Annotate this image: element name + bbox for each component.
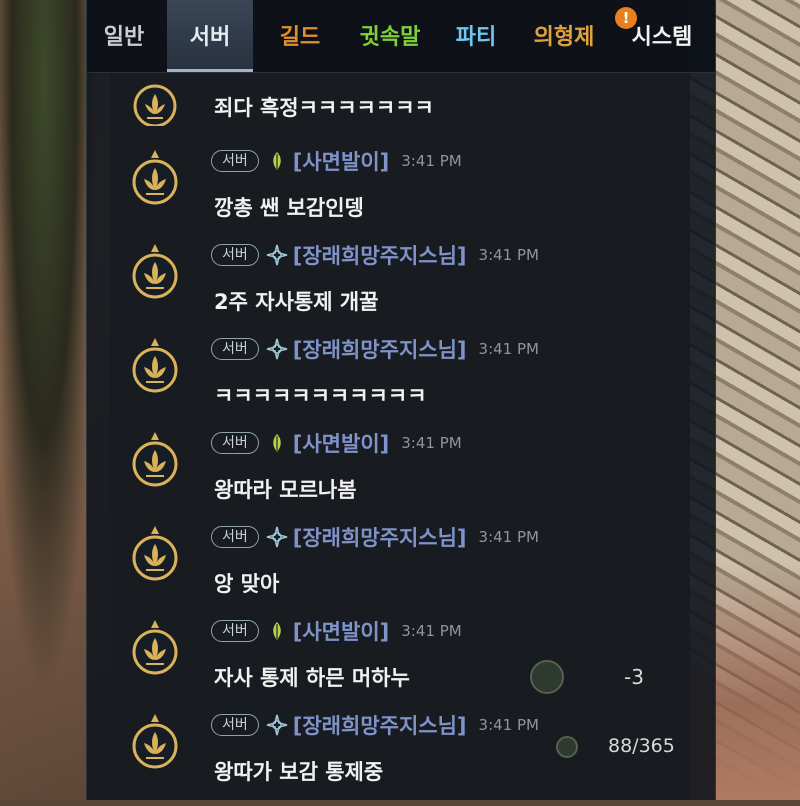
message-text: 깡총 쌘 보감인뎅 xyxy=(214,196,364,220)
message-time: 3:41 PM xyxy=(478,340,539,358)
message-text: 2주 자사통제 개꿀 xyxy=(214,290,379,314)
chat-message: 서버 [장래희망주지스님] 3:41 PM 앙 맞아 xyxy=(87,524,715,618)
message-header: 서버 [장래희망주지스님] 3:41 PM xyxy=(211,524,539,550)
player-name[interactable]: [사면발이] xyxy=(293,146,389,176)
channel-badge: 서버 xyxy=(211,432,259,454)
lotus-emblem-icon xyxy=(132,150,178,205)
hud-counter-value: 88/365 xyxy=(608,735,675,757)
message-header: 서버 [장래희망주지스님] 3:41 PM xyxy=(211,712,539,738)
message-text: 죄다 흑정ㅋㅋㅋㅋㅋㅋㅋ xyxy=(214,96,434,120)
lotus-emblem-icon xyxy=(132,714,178,769)
hud-delta-value: -3 xyxy=(624,665,644,689)
message-header: 서버 [장래희망주지스님] 3:41 PM xyxy=(211,242,539,268)
player-name[interactable]: [장래희망주지스님] xyxy=(293,522,467,552)
message-text: ㅋㅋㅋㅋㅋㅋㅋㅋㅋㅋㅋ xyxy=(214,384,427,408)
leaf-icon xyxy=(273,434,281,452)
channel-badge: 서버 xyxy=(211,620,259,642)
lotus-emblem-icon xyxy=(132,526,178,581)
tab-general[interactable]: 일반 xyxy=(91,0,157,72)
message-time: 3:41 PM xyxy=(478,528,539,546)
message-time: 3:41 PM xyxy=(401,152,462,170)
item-slot-icon[interactable] xyxy=(530,660,564,694)
tab-guild[interactable]: 길드 xyxy=(267,0,333,72)
hud-delta-indicator: -3 xyxy=(530,660,710,696)
lotus-emblem-icon xyxy=(133,84,177,126)
tab-party[interactable]: 파티 xyxy=(443,0,509,72)
message-header: 서버 [사면발이] 3:41 PM xyxy=(211,430,462,456)
chat-message: 서버 [사면발이] 3:41 PM 깡총 쌘 보감인뎅 xyxy=(87,148,715,242)
chat-tab-bar: 일반 서버 길드 귓속말 파티 의형제 시스템 ! xyxy=(87,0,715,73)
message-time: 3:41 PM xyxy=(478,246,539,264)
player-name[interactable]: [사면발이] xyxy=(293,428,389,458)
message-text: 왕따라 모르나봄 xyxy=(214,478,357,502)
system-alert-badge: ! xyxy=(615,7,637,29)
tab-server[interactable]: 서버 xyxy=(167,0,253,72)
lotus-emblem-icon xyxy=(132,620,178,675)
channel-badge: 서버 xyxy=(211,338,259,360)
lotus-emblem-icon xyxy=(132,244,178,299)
chat-message: 죄다 흑정ㅋㅋㅋㅋㅋㅋㅋ xyxy=(87,68,715,126)
player-name[interactable]: [사면발이] xyxy=(293,616,389,646)
channel-badge: 서버 xyxy=(211,714,259,736)
message-time: 3:41 PM xyxy=(401,434,462,452)
player-name[interactable]: [장래희망주지스님] xyxy=(293,710,467,740)
leaf-icon xyxy=(273,152,281,170)
chat-message: 서버 [장래희망주지스님] 3:41 PM ㅋㅋㅋㅋㅋㅋㅋㅋㅋㅋㅋ xyxy=(87,336,715,430)
lotus-emblem-icon xyxy=(132,338,178,393)
leaf-icon xyxy=(273,622,281,640)
message-text: 자사 통제 하믄 머하누 xyxy=(214,666,410,690)
tab-whisper[interactable]: 귓속말 xyxy=(345,0,435,72)
message-text: 앙 맞아 xyxy=(214,572,280,596)
compass-icon xyxy=(266,338,287,360)
message-header: 서버 [사면발이] 3:41 PM xyxy=(211,618,462,644)
compass-icon xyxy=(266,244,287,266)
compass-icon xyxy=(266,714,287,736)
message-time: 3:41 PM xyxy=(401,622,462,640)
tab-brotherhood[interactable]: 의형제 xyxy=(519,0,609,72)
channel-badge: 서버 xyxy=(211,526,259,548)
message-text: 왕따가 보감 통제중 xyxy=(214,760,384,784)
channel-badge: 서버 xyxy=(211,150,259,172)
hud-counter: 88/365 xyxy=(556,732,736,768)
chat-message: 서버 [장래희망주지스님] 3:41 PM 2주 자사통제 개꿀 xyxy=(87,242,715,336)
lotus-emblem-icon xyxy=(132,432,178,487)
chat-message: 서버 [사면발이] 3:41 PM 왕따라 모르나봄 xyxy=(87,430,715,524)
message-header: 서버 [사면발이] 3:41 PM xyxy=(211,148,462,174)
message-time: 3:41 PM xyxy=(478,716,539,734)
channel-badge: 서버 xyxy=(211,244,259,266)
player-name[interactable]: [장래희망주지스님] xyxy=(293,334,467,364)
compass-icon xyxy=(266,526,287,548)
resource-icon xyxy=(556,736,578,758)
player-name[interactable]: [장래희망주지스님] xyxy=(293,240,467,270)
message-header: 서버 [장래희망주지스님] 3:41 PM xyxy=(211,336,539,362)
